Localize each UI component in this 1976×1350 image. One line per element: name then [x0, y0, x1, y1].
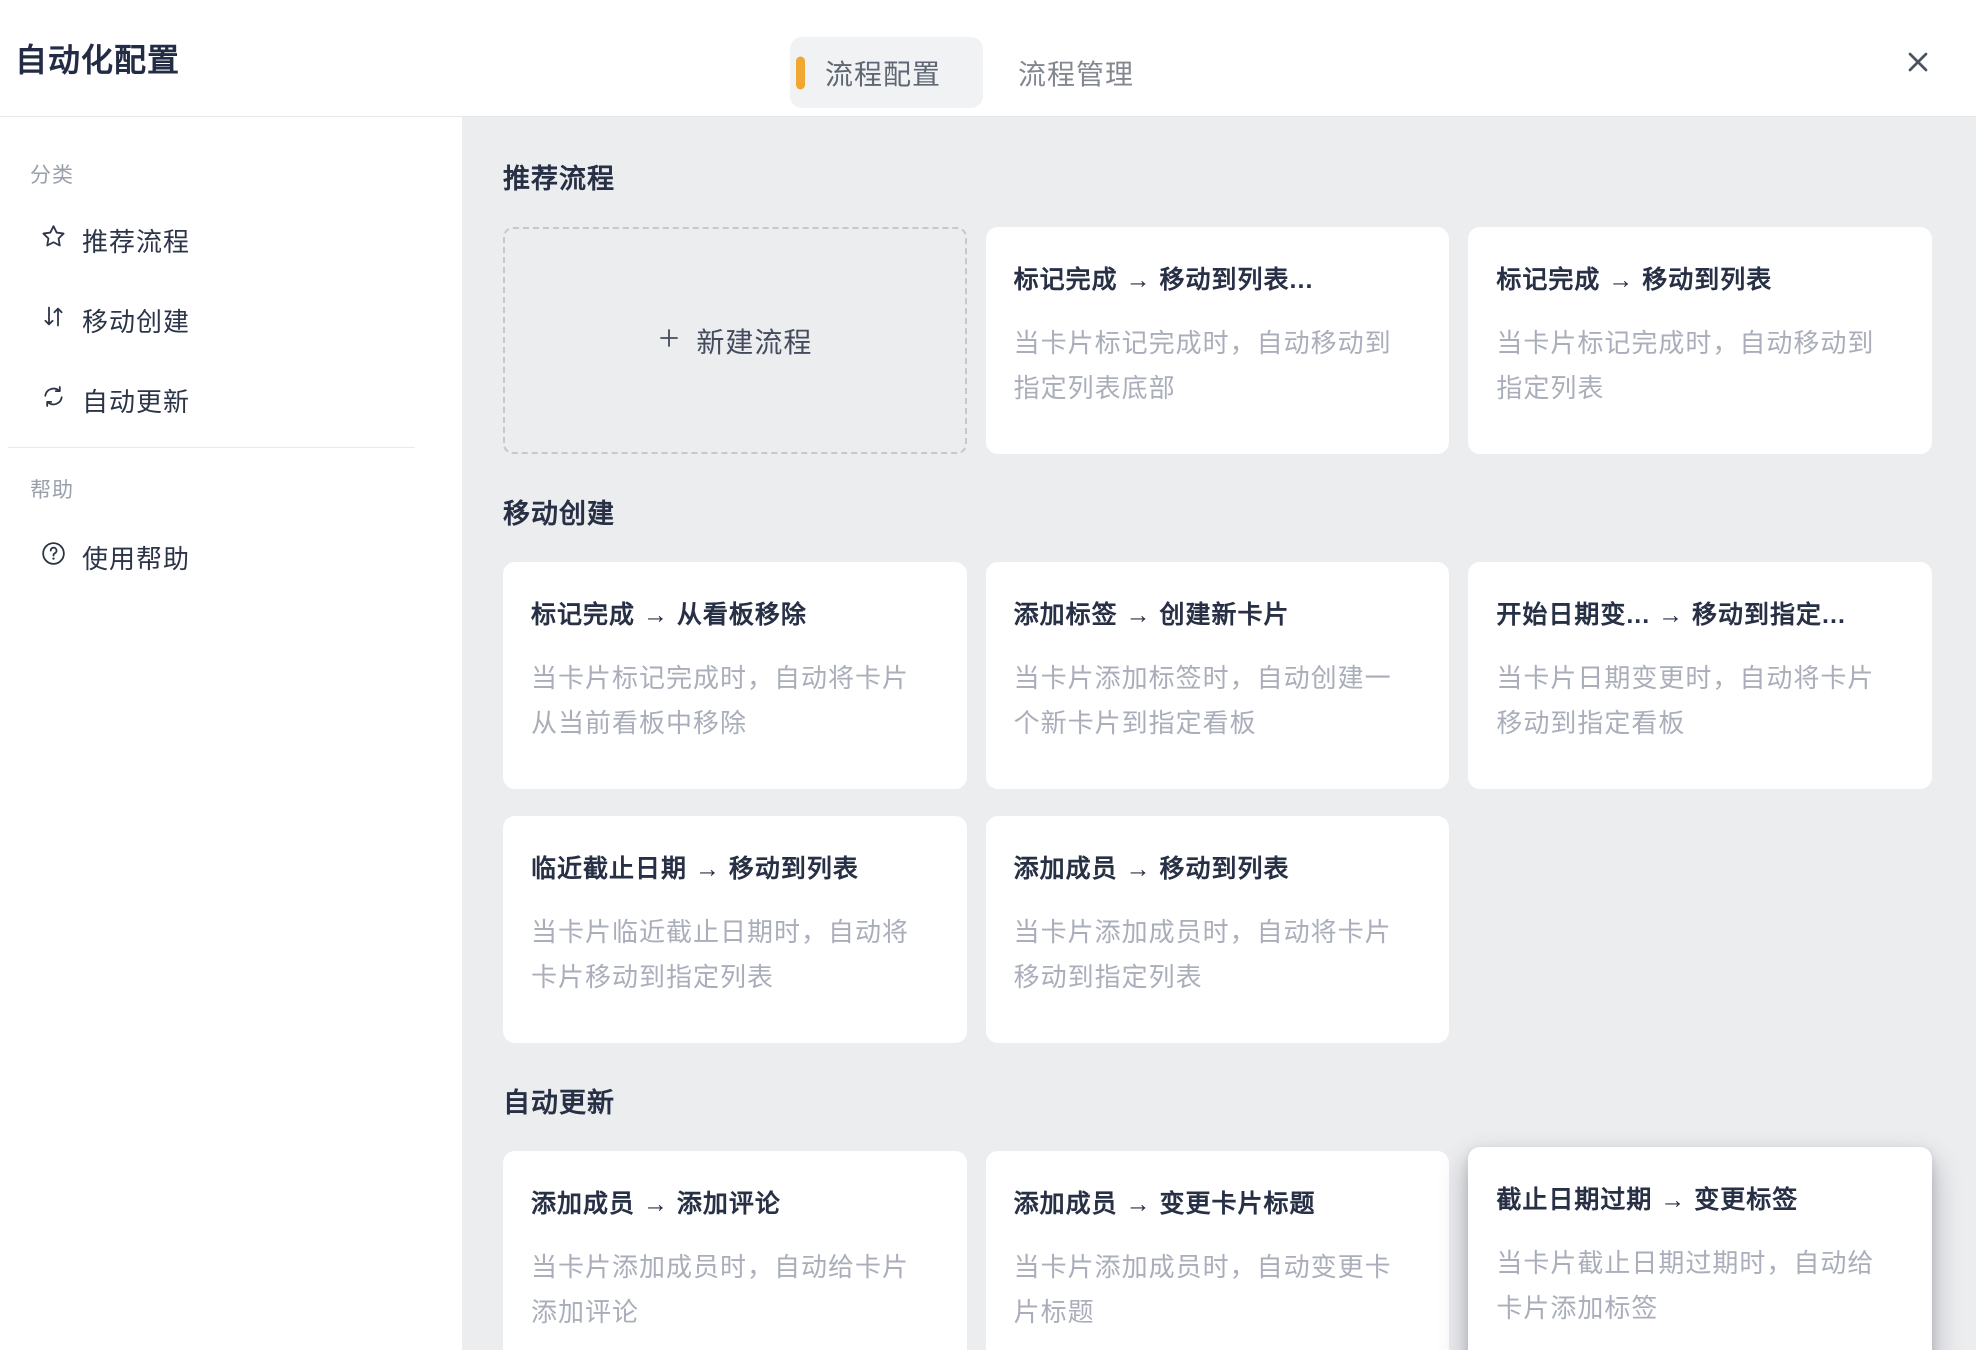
sidebar-item-usage-help[interactable]: 使用帮助	[40, 517, 462, 597]
flow-card[interactable]: 标记完成 → 移动到列表 当卡片标记完成时，自动移动到 指定列表	[1468, 227, 1932, 454]
sidebar-item-recommended-flows[interactable]: 推荐流程	[40, 200, 462, 280]
sidebar-item-move-create[interactable]: 移动创建	[40, 280, 462, 360]
automation-config-dialog: 自动化配置 流程配置 流程管理 分类	[0, 0, 1976, 1350]
sidebar-divider	[8, 447, 415, 448]
flow-card[interactable]: 添加成员 → 添加评论 当卡片添加成员时，自动给卡片 添加评论	[503, 1151, 967, 1350]
flow-card-title: 添加成员 → 变更卡片标题	[1014, 1189, 1422, 1219]
sidebar-item-label: 移动创建	[82, 302, 190, 339]
close-icon	[1902, 46, 1934, 81]
flow-card-desc: 当卡片添加成员时，自动变更卡 片标题	[1014, 1245, 1422, 1335]
flow-card-title: 标记完成 → 移动到列表	[1496, 265, 1904, 295]
tab-flow-manage[interactable]: 流程管理	[983, 37, 1134, 108]
active-tab-indicator	[796, 56, 805, 89]
flow-card[interactable]: 添加标签 → 创建新卡片 当卡片添加标签时，自动创建一 个新卡片到指定看板	[986, 562, 1450, 789]
swap-vertical-icon	[40, 303, 67, 337]
sidebar-item-label: 使用帮助	[82, 539, 190, 576]
section-grid-recommended: 新建流程 标记完成 → 移动到列表... 当卡片标记完成时，自动移动到 指定列表…	[503, 227, 1932, 454]
flow-card-desc: 当卡片标记完成时，自动将卡片 从当前看板中移除	[531, 656, 939, 746]
flow-card-desc: 当卡片添加标签时，自动创建一 个新卡片到指定看板	[1014, 656, 1422, 746]
tab-flow-manage-label: 流程管理	[1018, 53, 1134, 93]
sidebar-help-label: 帮助	[30, 480, 462, 501]
section-grid-move-create: 标记完成 → 从看板移除 当卡片标记完成时，自动将卡片 从当前看板中移除 添加标…	[503, 562, 1932, 1043]
flow-card-desc: 当卡片标记完成时，自动移动到 指定列表底部	[1014, 321, 1422, 411]
flow-card-hovered[interactable]: 截止日期过期 → 变更标签 当卡片截止日期过期时，自动给 卡片添加标签	[1468, 1147, 1932, 1350]
section-title-move-create: 移动创建	[503, 500, 1932, 528]
flow-card-title: 开始日期变... → 移动到指定...	[1496, 600, 1904, 630]
flow-card-desc: 当卡片临近截止日期时，自动将 卡片移动到指定列表	[531, 910, 939, 1000]
sidebar-item-label: 自动更新	[82, 382, 190, 419]
flow-card[interactable]: 标记完成 → 从看板移除 当卡片标记完成时，自动将卡片 从当前看板中移除	[503, 562, 967, 789]
sidebar-item-label: 推荐流程	[82, 222, 190, 259]
flow-card-title: 添加成员 → 移动到列表	[1014, 854, 1422, 884]
dialog-body: 分类 推荐流程 移动创建	[0, 117, 1976, 1350]
sidebar-category-label: 分类	[30, 165, 462, 186]
flow-card-desc: 当卡片添加成员时，自动给卡片 添加评论	[531, 1245, 939, 1335]
flow-card[interactable]: 添加成员 → 移动到列表 当卡片添加成员时，自动将卡片 移动到指定列表	[986, 816, 1450, 1043]
dialog-title: 自动化配置	[15, 35, 180, 81]
dialog-header: 自动化配置 流程配置 流程管理	[0, 0, 1976, 117]
tab-bar: 流程配置 流程管理	[790, 37, 1134, 108]
section-grid-auto-update: 添加成员 → 添加评论 当卡片添加成员时，自动给卡片 添加评论 添加成员 → 变…	[503, 1151, 1932, 1350]
sidebar: 分类 推荐流程 移动创建	[0, 117, 462, 1350]
question-circle-icon	[40, 540, 67, 574]
star-icon	[40, 223, 67, 257]
section-title-recommended: 推荐流程	[503, 165, 1932, 193]
new-flow-label: 新建流程	[696, 321, 812, 361]
sidebar-help-items: 使用帮助	[0, 517, 462, 597]
flow-card-title: 截止日期过期 → 变更标签	[1496, 1185, 1904, 1215]
tab-flow-config[interactable]: 流程配置	[790, 37, 983, 108]
flow-card-desc: 当卡片添加成员时，自动将卡片 移动到指定列表	[1014, 910, 1422, 1000]
flow-card[interactable]: 临近截止日期 → 移动到列表 当卡片临近截止日期时，自动将 卡片移动到指定列表	[503, 816, 967, 1043]
flow-card-title: 添加成员 → 添加评论	[531, 1189, 939, 1219]
tab-flow-config-label: 流程配置	[825, 53, 941, 93]
close-button[interactable]	[1900, 45, 1936, 81]
sidebar-category-items: 推荐流程 移动创建	[0, 200, 462, 440]
flow-card[interactable]: 标记完成 → 移动到列表... 当卡片标记完成时，自动移动到 指定列表底部	[986, 227, 1450, 454]
refresh-icon	[40, 383, 67, 417]
flow-card-title: 临近截止日期 → 移动到列表	[531, 854, 939, 884]
sidebar-item-auto-update[interactable]: 自动更新	[40, 360, 462, 440]
flow-card-title: 标记完成 → 从看板移除	[531, 600, 939, 630]
flow-card-desc: 当卡片截止日期过期时，自动给 卡片添加标签	[1496, 1241, 1904, 1331]
flow-card-title: 添加标签 → 创建新卡片	[1014, 600, 1422, 630]
flow-card-title: 标记完成 → 移动到列表...	[1014, 265, 1422, 295]
main-content: 推荐流程 新建流程 标记完成 → 移动到列表... 当卡片标记完成时，自动移动到…	[462, 117, 1976, 1350]
flow-card-desc: 当卡片标记完成时，自动移动到 指定列表	[1496, 321, 1904, 411]
flow-card[interactable]: 开始日期变... → 移动到指定... 当卡片日期变更时，自动将卡片 移动到指定…	[1468, 562, 1932, 789]
flow-card[interactable]: 添加成员 → 变更卡片标题 当卡片添加成员时，自动变更卡 片标题	[986, 1151, 1450, 1350]
section-title-auto-update: 自动更新	[503, 1089, 1932, 1117]
plus-icon	[657, 326, 681, 355]
new-flow-button[interactable]: 新建流程	[503, 227, 967, 454]
flow-card-desc: 当卡片日期变更时，自动将卡片 移动到指定看板	[1496, 656, 1904, 746]
